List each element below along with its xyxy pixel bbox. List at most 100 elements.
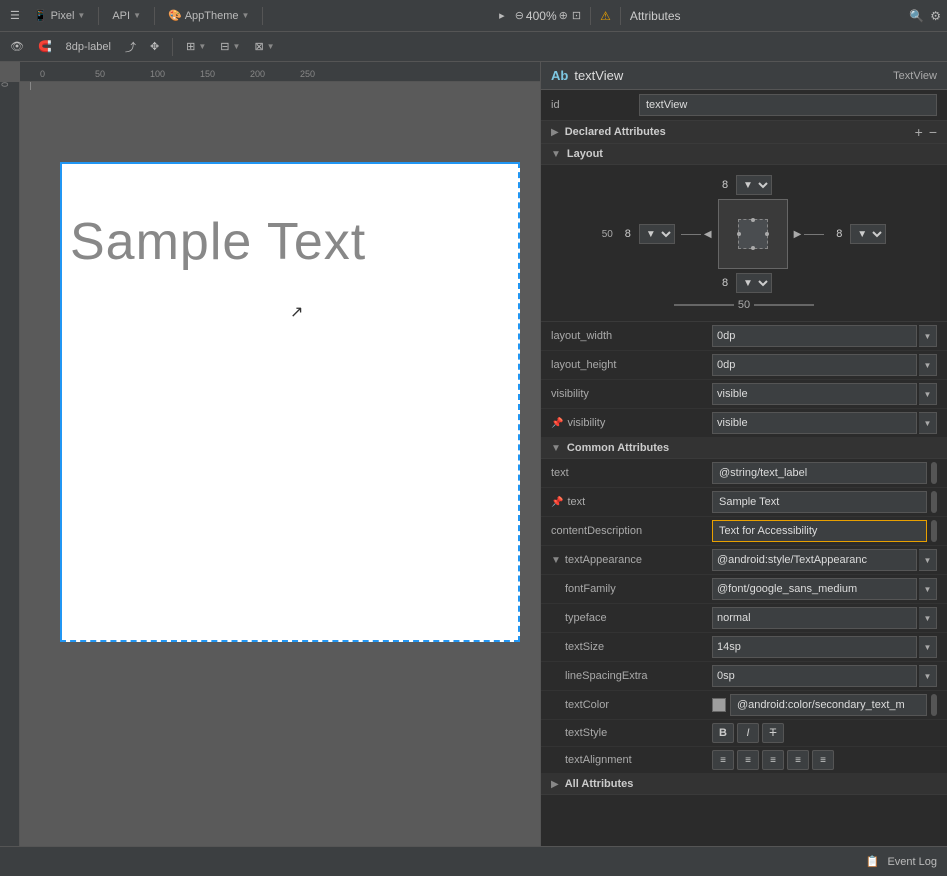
event-log-label[interactable]: Event Log (887, 856, 937, 868)
font-family-input[interactable] (712, 578, 917, 600)
search-icon[interactable]: 🔍 (909, 9, 924, 23)
visibility-pin-select-wrapper: ▼ (712, 412, 937, 434)
theme-selector[interactable]: 🎨 AppTheme ▼ (164, 7, 253, 24)
content-desc-label: contentDescription (551, 525, 706, 537)
strikethrough-button[interactable]: T (762, 723, 784, 743)
all-attributes-label: All Attributes (565, 778, 634, 790)
left-margin-select[interactable]: ▼ (639, 224, 675, 244)
canvas-inner[interactable]: Sample Text ↗ (20, 82, 540, 846)
layout-height-dropdown[interactable]: ▼ (919, 354, 937, 376)
typeface-dropdown[interactable]: ▼ (919, 607, 937, 629)
text-style-buttons: B I T (712, 723, 784, 743)
visibility-row: visibility ▼ (541, 380, 947, 409)
layout-width-dropdown[interactable]: ▼ (919, 325, 937, 347)
align-right-button[interactable]: ≡ (762, 750, 784, 770)
visibility-select-wrapper: ▼ (712, 383, 937, 405)
declared-attributes-header[interactable]: ▶ Declared Attributes + − (541, 121, 947, 144)
common-attributes-label: Common Attributes (567, 442, 669, 454)
text-alignment-value-wrap: ≡ ≡ ≡ ≡ ≡ (712, 750, 937, 770)
text-appearance-dropdown[interactable]: ▼ (919, 549, 937, 571)
dot-right (765, 232, 769, 236)
text-resource-value-wrap (712, 462, 937, 484)
layout-width-input[interactable] (712, 325, 917, 347)
text-resource-input[interactable] (712, 462, 927, 484)
text-style-value-wrap: B I T (712, 723, 937, 743)
text-appearance-select-wrapper: ▼ (712, 549, 937, 571)
top-margin-selector: 8 ▼ (716, 175, 772, 195)
text-size-input[interactable] (712, 636, 917, 658)
layout-height-label-text: layout_height (551, 359, 616, 371)
zoom-in-icon[interactable]: ⊕ (559, 9, 568, 22)
device-label: Pixel (51, 10, 75, 22)
italic-button[interactable]: I (737, 723, 759, 743)
settings-icon[interactable]: ⚙ (930, 9, 941, 23)
visibility-toggle[interactable]: 👁 (6, 38, 28, 55)
path-tool[interactable]: ⤴ (121, 37, 140, 57)
center-arrow-left: ◀ (681, 229, 712, 240)
right-margin-select[interactable]: ▼ (850, 224, 886, 244)
layout-height-input[interactable] (712, 354, 917, 376)
layout-section-header[interactable]: ▼ Layout (541, 144, 947, 165)
all-attributes-header[interactable]: ▶ All Attributes (541, 774, 947, 795)
layout-bottom-row: 8 ▼ (716, 273, 772, 293)
common-attributes-header[interactable]: ▼ Common Attributes (541, 438, 947, 459)
visibility-pin-dropdown[interactable]: ▼ (919, 412, 937, 434)
align-end-button[interactable]: ≡ (812, 750, 834, 770)
text-size-select-wrapper: ▼ (712, 636, 937, 658)
text-appearance-value-wrap: ▼ (712, 549, 937, 571)
visibility-pin-input[interactable] (712, 412, 917, 434)
text-appearance-input[interactable] (712, 549, 917, 571)
attributes-scroll[interactable]: id ▶ Declared Attributes + − ▼ Layout (541, 90, 947, 846)
ruler-vertical: 0 (0, 82, 20, 846)
magnet-toggle[interactable]: 🧲 (34, 38, 56, 55)
section-actions: + − (915, 125, 937, 139)
zoom-out-icon[interactable]: ⊖ (515, 9, 524, 22)
layout-icon: ⊞ (186, 40, 195, 53)
line-spacing-input[interactable] (712, 665, 917, 687)
visibility-label: visibility (551, 388, 706, 400)
more-options[interactable]: ▸ (495, 7, 509, 24)
text-size-dropdown[interactable]: ▼ (919, 636, 937, 658)
margin-value[interactable]: 8dp-label (62, 39, 115, 55)
visibility-input[interactable] (712, 383, 917, 405)
left-margin-selector: 8 ▼ (619, 224, 675, 244)
align-center-button[interactable]: ≡ (737, 750, 759, 770)
zoom-fit-icon[interactable]: ⊡ (572, 9, 581, 22)
magnet-icon: 🧲 (38, 40, 52, 53)
adjust-tool[interactable]: ✥ (146, 38, 163, 55)
attr-subheader: Ab textView TextView (541, 62, 947, 90)
add-attribute-button[interactable]: + (915, 125, 923, 139)
content-desc-input[interactable] (712, 520, 927, 542)
font-family-value-wrap: ▼ (712, 578, 937, 600)
layout-mode[interactable]: ⊞ ▼ (182, 38, 210, 55)
font-family-dropdown[interactable]: ▼ (919, 578, 937, 600)
text-color-scroll (931, 694, 937, 716)
remove-attribute-button[interactable]: − (929, 125, 937, 139)
text-value-label-text: text (567, 496, 585, 508)
visibility-dropdown[interactable]: ▼ (919, 383, 937, 405)
text-color-swatch[interactable] (712, 698, 726, 712)
typeface-input[interactable] (712, 607, 917, 629)
distribute-tool[interactable]: ⊠ ▼ (250, 38, 278, 55)
line-spacing-dropdown[interactable]: ▼ (919, 665, 937, 687)
align-left-button[interactable]: ≡ (712, 750, 734, 770)
align-justify-button[interactable]: ≡ (787, 750, 809, 770)
font-family-label: fontFamily (551, 583, 706, 595)
layout-height-select-wrapper: ▼ (712, 354, 937, 376)
bottom-margin-select[interactable]: ▼ (736, 273, 772, 293)
text-value-input[interactable] (712, 491, 927, 513)
text-color-input[interactable] (730, 694, 927, 716)
component-name: textView (574, 68, 623, 83)
text-style-label-text: textStyle (565, 727, 607, 739)
text-resource-scroll (931, 462, 937, 484)
device-selector[interactable]: 📱 Pixel ▼ (30, 7, 89, 24)
text-resource-label: text (551, 467, 706, 479)
api-selector[interactable]: API ▼ (108, 8, 145, 24)
menu-button[interactable]: ☰ (6, 7, 24, 24)
typeface-row: typeface ▼ (541, 604, 947, 633)
top-margin-select[interactable]: ▼ (736, 175, 772, 195)
align-tool[interactable]: ⊟ ▼ (216, 38, 244, 55)
bold-button[interactable]: B (712, 723, 734, 743)
zoom-controls: ⊖ 400% ⊕ ⊡ (515, 9, 581, 23)
id-input[interactable] (639, 94, 937, 116)
